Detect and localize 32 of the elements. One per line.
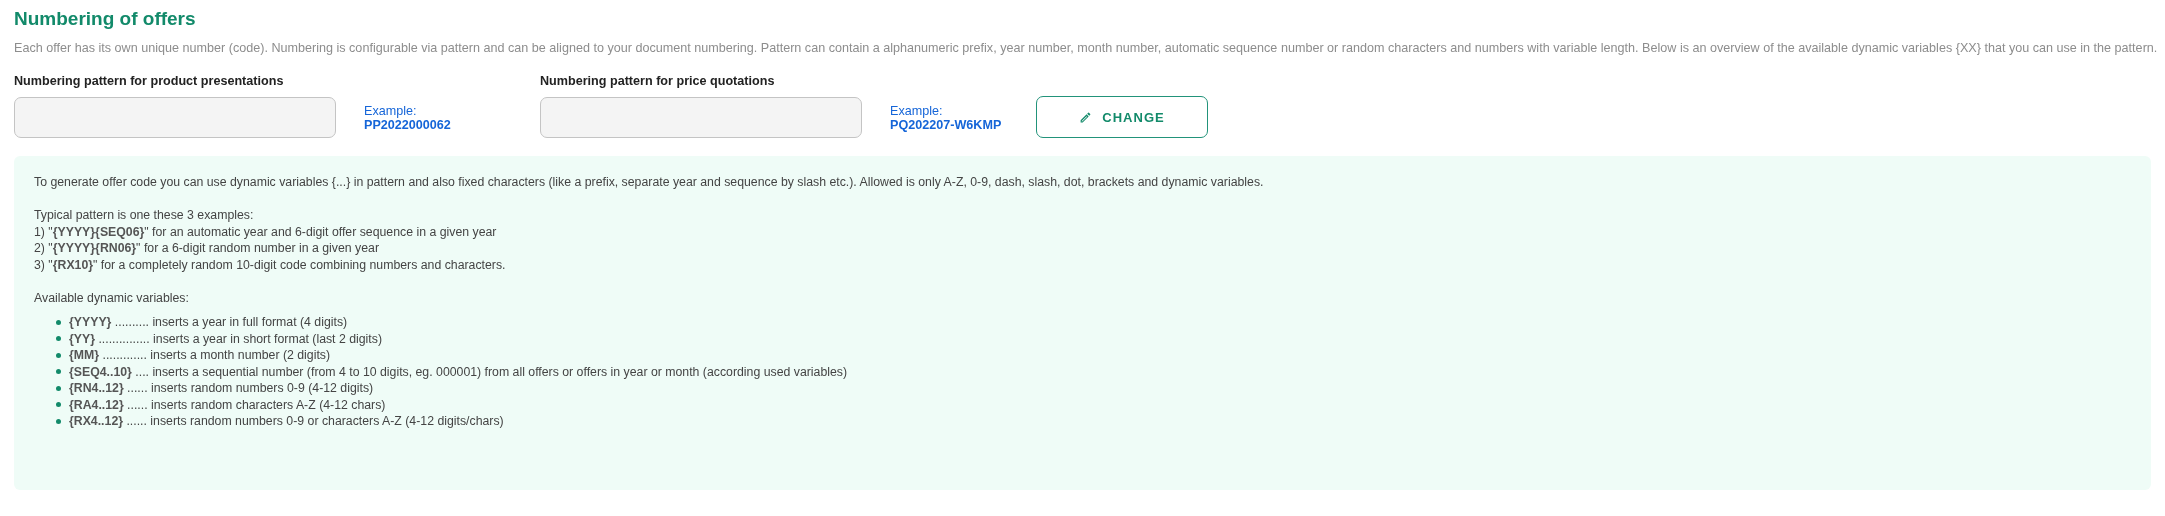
variable-description: {YY} ............... inserts a year in short format (last 2 digits)	[69, 330, 382, 347]
variable-description: {RA4..12} ...... inserts random characters A-Z (4-12 chars)	[69, 396, 386, 413]
description-text: Each offer has its own unique number (code). Numbering is configurable via pattern and can be aligned to your document numbering. Pattern can contain a alphanumeric prefix, year number, month number, automatic sequence number or random characters and numbers with variable length. Below is an overview of the available dynamic variables {XX} that you can use in the pattern.	[14, 41, 2158, 55]
examples-heading: Typical pattern is one these 3 examples:	[34, 207, 254, 224]
change-button[interactable]: CHANGE	[1036, 96, 1208, 138]
section-title: Numbering of offers	[14, 8, 196, 30]
pencil-icon	[1079, 110, 1093, 124]
bullet-icon	[56, 369, 61, 375]
variable-description: {MM} ............. inserts a month number (2 digits)	[69, 347, 331, 364]
pattern-input-field[interactable]	[14, 97, 336, 138]
example-line: 1) "{YYYY}{SEQ06}" for an automatic year and 6-digit offer sequence in a given year	[34, 223, 497, 240]
example-label: Example:	[890, 104, 944, 118]
bullet-icon	[56, 402, 61, 408]
bullet-icon	[56, 418, 61, 424]
variable-description: {RX4..12} ...... inserts random numbers 0-9 or characters A-Z (4-12 digits/chars)	[69, 413, 504, 430]
example-line: 2) "{YYYY}{RN06}" for a 6-digit random number in a given year	[34, 240, 380, 257]
example-value: PP2022000062	[364, 118, 452, 132]
bullet-icon	[56, 385, 61, 391]
field-label: Numbering pattern for price quotations	[540, 74, 775, 88]
variable-description: {RN4..12} ...... inserts random numbers 0-9 (4-12 digits)	[69, 380, 374, 397]
field-label: Numbering pattern for product presentations	[14, 74, 284, 88]
bullet-icon	[56, 319, 61, 325]
variables-heading: Available dynamic variables:	[34, 289, 189, 306]
example-value: PQ202207-W6KMP	[890, 118, 1003, 132]
example-label: Example:	[364, 104, 418, 118]
bullet-icon	[56, 336, 61, 342]
intro-text: To generate offer code you can use dynamic variables {...} in pattern and also fixed characters (like a prefix, separate year and sequence by slash etc.). Allowed is only A-Z, 0-9, dash, slash, dot, brackets and dynamic variables.	[34, 174, 1264, 191]
variable-description: {YYYY} .......... inserts a year in full format (4 digits)	[69, 314, 348, 331]
example-line: 3) "{RX10}" for a completely random 10-digit code combining numbers and characters.	[34, 256, 506, 273]
bullet-icon	[56, 352, 61, 358]
variable-description: {SEQ4..10} .... inserts a sequential number (from 4 to 10 digits, eg. 000001) from all offers or offers in year or month (according used variables)	[69, 363, 848, 380]
pattern-input-field[interactable]	[540, 97, 862, 138]
